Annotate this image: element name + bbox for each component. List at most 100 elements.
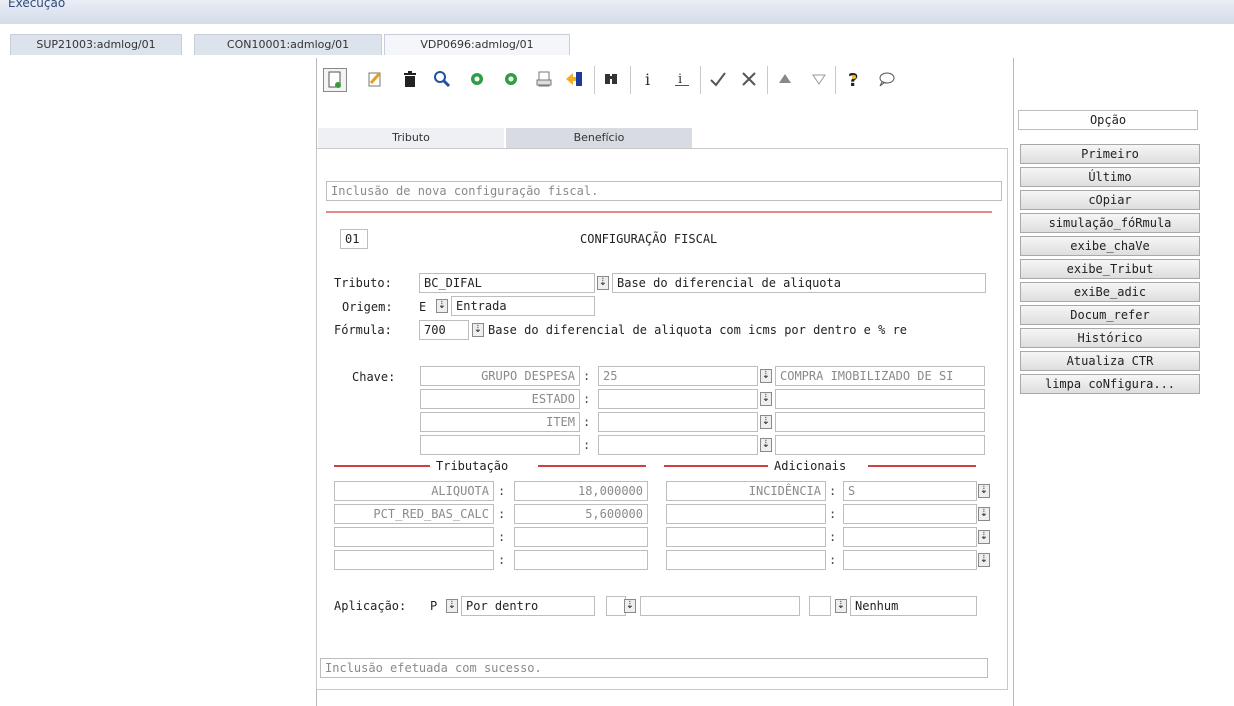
confirm-icon[interactable]	[707, 68, 729, 90]
app-titlebar	[0, 0, 1234, 24]
find-icon[interactable]	[600, 68, 622, 90]
colon: :	[498, 553, 506, 567]
chave-value-field[interactable]	[598, 435, 758, 455]
toolbar-separator	[594, 66, 595, 94]
tab-tributo[interactable]: Tributo	[318, 128, 504, 148]
tributacao-name-field: ALIQUOTA	[334, 481, 494, 501]
nenhum-zoom-icon[interactable]: ⇣	[835, 599, 847, 613]
next-icon[interactable]	[466, 68, 488, 90]
tributo-code-field[interactable]: BC_DIFAL	[419, 273, 595, 293]
delete-icon[interactable]	[399, 68, 421, 90]
tributacao-name-field	[334, 550, 494, 570]
chave-value-field[interactable]	[598, 412, 758, 432]
info-alt-icon[interactable]: i	[671, 68, 693, 90]
adicionais-value-field[interactable]	[843, 504, 977, 524]
origem-code[interactable]: E	[419, 300, 426, 314]
formula-desc: Base do diferencial de aliquota com icms…	[488, 323, 908, 337]
formula-label: Fórmula:	[334, 323, 392, 337]
chave-desc-field	[775, 435, 985, 455]
option-exibe-tribut-button[interactable]: exibe_Tribut	[1020, 259, 1200, 279]
option-docum-refer-button[interactable]: Docum_refer	[1020, 305, 1200, 325]
window-tab-sup21003[interactable]: SUP21003:admlog/01	[10, 34, 182, 55]
colon: :	[583, 438, 591, 452]
option-limpa-configura-button[interactable]: limpa coNfigura...	[1020, 374, 1200, 394]
option-ultimo-button[interactable]: Último	[1020, 167, 1200, 187]
aplicacao-code[interactable]: P	[430, 599, 437, 613]
chave-value-field[interactable]	[598, 389, 758, 409]
tributacao-title: Tributação	[436, 459, 509, 473]
tributo-zoom-icon[interactable]: ⇣	[597, 276, 609, 290]
chave-label: Chave:	[352, 370, 396, 384]
window-tab-vdp0696[interactable]: VDP0696:admlog/01	[384, 34, 570, 55]
adicionais-zoom-icon[interactable]: ⇣	[978, 507, 990, 521]
aplicacao-desc-field: Por dentro	[461, 596, 595, 616]
tributacao-value-field[interactable]: 5,600000	[514, 504, 648, 524]
nenhum-code-field[interactable]	[809, 596, 831, 616]
adicionais-name-field	[666, 504, 826, 524]
aplicacao-extra-field	[640, 596, 800, 616]
chave-zoom-icon[interactable]: ⇣	[760, 392, 772, 406]
adicionais-zoom-icon[interactable]: ⇣	[978, 530, 990, 544]
tributo-label: Tributo:	[334, 276, 392, 290]
option-historico-button[interactable]: Histórico	[1020, 328, 1200, 348]
option-exibe-chave-button[interactable]: exibe_chaVe	[1020, 236, 1200, 256]
up-icon[interactable]	[774, 68, 796, 90]
chave-zoom-icon[interactable]: ⇣	[760, 369, 772, 383]
chave-desc-field	[775, 389, 985, 409]
colon: :	[498, 530, 506, 544]
aplicacao-label: Aplicação:	[334, 599, 407, 613]
aplicacao-extra-zoom-icon[interactable]: ⇣	[624, 599, 636, 613]
cancel-icon[interactable]	[738, 68, 760, 90]
print-icon[interactable]	[533, 68, 555, 90]
tributacao-value-field[interactable]: 18,000000	[514, 481, 648, 501]
tributacao-value-field[interactable]	[514, 527, 648, 547]
edit-icon[interactable]	[364, 68, 386, 90]
option-atualiza-ctr-button[interactable]: Atualiza CTR	[1020, 351, 1200, 371]
chave-value-field[interactable]: 25	[598, 366, 758, 386]
nenhum-field: Nenhum	[850, 596, 977, 616]
message-field: Inclusão de nova configuração fiscal.	[326, 181, 1002, 201]
origem-zoom-icon[interactable]: ⇣	[436, 299, 448, 313]
chave-name-field: ESTADO	[420, 389, 580, 409]
option-copiar-button[interactable]: cOpiar	[1020, 190, 1200, 210]
origem-label: Origem:	[342, 300, 393, 314]
formula-code-field[interactable]: 700	[419, 320, 469, 340]
exit-icon[interactable]	[563, 68, 585, 90]
adicionais-zoom-icon[interactable]: ⇣	[978, 553, 990, 567]
aplicacao-zoom-icon[interactable]: ⇣	[446, 599, 458, 613]
colon: :	[498, 507, 506, 521]
adicionais-zoom-icon[interactable]: ⇣	[978, 484, 990, 498]
chave-desc-field	[775, 412, 985, 432]
new-icon[interactable]	[323, 68, 347, 92]
search-icon[interactable]	[431, 68, 453, 90]
toolbar-separator	[700, 66, 701, 94]
chave-zoom-icon[interactable]: ⇣	[760, 415, 772, 429]
option-primeiro-button[interactable]: Primeiro	[1020, 144, 1200, 164]
svg-text:?: ?	[848, 70, 858, 88]
aplicacao-extra-code-field[interactable]	[606, 596, 626, 616]
help-icon[interactable]: ?	[843, 68, 865, 90]
toolbar-separator	[767, 66, 768, 94]
option-exibe-adic-button[interactable]: exiBe_adic	[1020, 282, 1200, 302]
chave-name-field	[420, 435, 580, 455]
option-simulacao-formula-button[interactable]: simulação_fóRmula	[1020, 213, 1200, 233]
colon: :	[583, 392, 591, 406]
divider	[326, 211, 992, 213]
adicionais-value-field[interactable]	[843, 527, 977, 547]
adicionais-value-field[interactable]: S	[843, 481, 977, 501]
code-field[interactable]: 01	[340, 229, 368, 249]
colon: :	[829, 507, 837, 521]
adicionais-name-field	[666, 550, 826, 570]
formula-zoom-icon[interactable]: ⇣	[472, 323, 484, 337]
down-icon[interactable]	[808, 68, 830, 90]
adicionais-value-field[interactable]	[843, 550, 977, 570]
chave-zoom-icon[interactable]: ⇣	[760, 438, 772, 452]
tab-beneficio[interactable]: Benefício	[506, 128, 692, 148]
adicionais-name-field	[666, 527, 826, 547]
info-icon[interactable]: i	[638, 68, 660, 90]
options-title: Opção	[1018, 110, 1198, 130]
window-tab-con10001[interactable]: CON10001:admlog/01	[194, 34, 382, 55]
tributacao-value-field[interactable]	[514, 550, 648, 570]
previous-icon[interactable]	[500, 68, 522, 90]
chat-icon[interactable]	[875, 68, 897, 90]
